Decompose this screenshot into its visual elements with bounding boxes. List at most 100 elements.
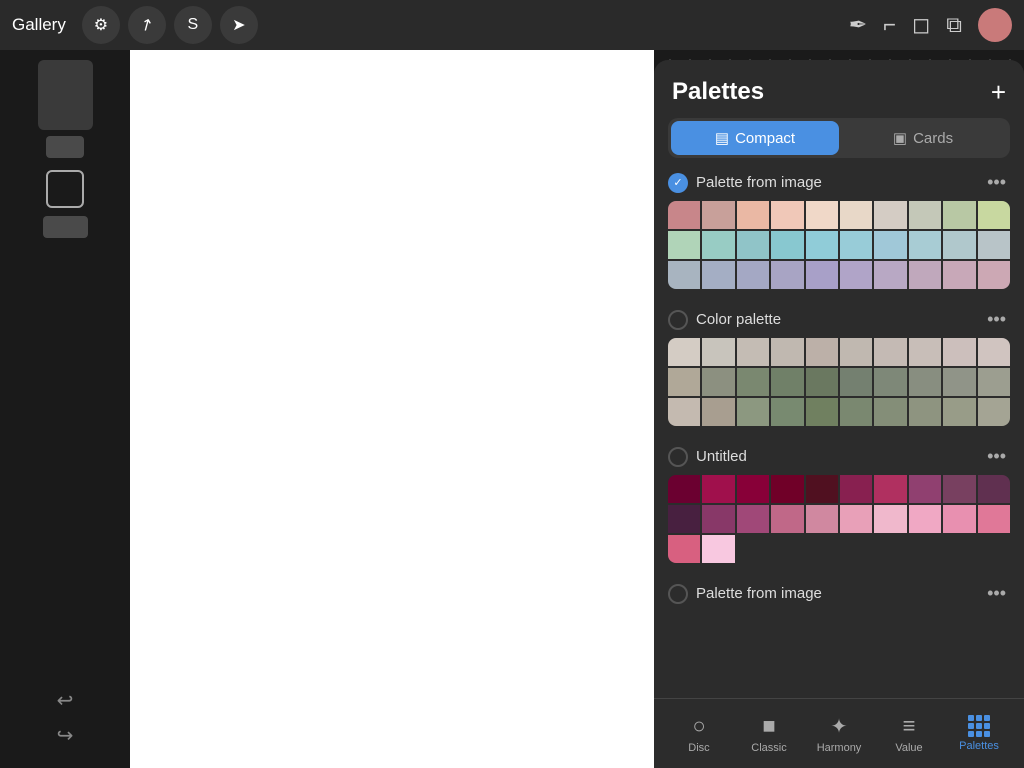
swatch[interactable] [943, 398, 975, 426]
swatch[interactable] [909, 398, 941, 426]
swatch[interactable] [737, 535, 769, 563]
smudge-button[interactable]: S [174, 6, 212, 44]
swatch[interactable] [771, 398, 803, 426]
swatch[interactable] [771, 368, 803, 396]
sidebar-small-control-1[interactable] [46, 136, 84, 158]
swatch[interactable] [874, 338, 906, 366]
swatch[interactable] [806, 398, 838, 426]
swatch[interactable] [909, 231, 941, 259]
edit-button[interactable]: ↗ [128, 6, 166, 44]
swatch[interactable] [806, 368, 838, 396]
nav-item-value[interactable]: ≡ Value [874, 713, 944, 754]
swatch[interactable] [737, 261, 769, 289]
nav-item-disc[interactable]: ○ Disc [664, 713, 734, 754]
swatch[interactable] [943, 535, 975, 563]
swatches-grid-color[interactable] [668, 338, 1010, 426]
swatch[interactable] [978, 261, 1010, 289]
swatch[interactable] [840, 201, 872, 229]
pointer-button[interactable]: ➤ [220, 6, 258, 44]
swatch[interactable] [737, 338, 769, 366]
swatch[interactable] [978, 201, 1010, 229]
swatch[interactable] [978, 398, 1010, 426]
swatch[interactable] [909, 368, 941, 396]
swatch[interactable] [840, 368, 872, 396]
swatch[interactable] [771, 231, 803, 259]
swatch[interactable] [806, 475, 838, 503]
swatch[interactable] [771, 201, 803, 229]
swatch[interactable] [702, 338, 734, 366]
tab-cards[interactable]: ▣ Cards [839, 121, 1007, 155]
swatch[interactable] [840, 338, 872, 366]
swatch[interactable] [771, 535, 803, 563]
swatch[interactable] [874, 505, 906, 533]
swatch[interactable] [702, 475, 734, 503]
swatch[interactable] [840, 535, 872, 563]
layer-thumbnail[interactable] [38, 60, 93, 130]
swatch[interactable] [909, 535, 941, 563]
swatch[interactable] [840, 475, 872, 503]
pen-nib-icon[interactable]: ✒ [849, 12, 867, 38]
swatch[interactable] [840, 505, 872, 533]
eraser-icon[interactable]: ◻ [912, 12, 930, 38]
swatch[interactable] [840, 398, 872, 426]
swatch[interactable] [702, 505, 734, 533]
swatch[interactable] [668, 231, 700, 259]
swatch[interactable] [840, 231, 872, 259]
swatch[interactable] [668, 338, 700, 366]
swatch[interactable] [702, 398, 734, 426]
swatch[interactable] [909, 201, 941, 229]
swatches-grid-untitled[interactable] [668, 475, 1010, 563]
swatch[interactable] [737, 505, 769, 533]
swatch[interactable] [806, 338, 838, 366]
swatch[interactable] [909, 475, 941, 503]
sidebar-wide-control[interactable] [43, 216, 88, 238]
palette-more-image-2[interactable]: ••• [983, 583, 1010, 604]
swatch[interactable] [978, 368, 1010, 396]
brush-icon[interactable]: ⌐ [883, 12, 896, 38]
swatch[interactable] [702, 368, 734, 396]
swatch[interactable] [771, 338, 803, 366]
nav-item-harmony[interactable]: ✦ Harmony [804, 714, 874, 754]
palette-more-untitled[interactable]: ••• [983, 446, 1010, 467]
palette-more-color[interactable]: ••• [983, 309, 1010, 330]
swatch[interactable] [702, 535, 734, 563]
swatch[interactable] [978, 535, 1010, 563]
swatch[interactable] [874, 398, 906, 426]
swatch[interactable] [943, 338, 975, 366]
tab-compact[interactable]: ▤ Compact [671, 121, 839, 155]
swatch[interactable] [668, 368, 700, 396]
swatch[interactable] [771, 261, 803, 289]
swatch[interactable] [806, 261, 838, 289]
palette-check-image[interactable]: ✓ [668, 173, 688, 193]
palette-check-image-2[interactable] [668, 584, 688, 604]
swatch[interactable] [737, 368, 769, 396]
swatches-grid-image[interactable] [668, 201, 1010, 289]
swatch[interactable] [668, 535, 700, 563]
swatch[interactable] [978, 231, 1010, 259]
swatch[interactable] [771, 475, 803, 503]
palette-check-color[interactable] [668, 310, 688, 330]
redo-button[interactable]: ↪ [57, 723, 74, 748]
sidebar-square-control[interactable] [46, 170, 84, 208]
swatch[interactable] [943, 201, 975, 229]
swatch[interactable] [806, 201, 838, 229]
swatch[interactable] [806, 505, 838, 533]
palette-check-untitled[interactable] [668, 447, 688, 467]
add-palette-button[interactable]: + [991, 79, 1006, 105]
drawing-canvas[interactable] [130, 50, 654, 768]
swatch[interactable] [737, 475, 769, 503]
undo-button[interactable]: ↩ [57, 688, 74, 713]
swatch[interactable] [840, 261, 872, 289]
swatch[interactable] [943, 368, 975, 396]
swatch[interactable] [806, 231, 838, 259]
swatch[interactable] [737, 201, 769, 229]
swatch[interactable] [874, 368, 906, 396]
swatch[interactable] [874, 475, 906, 503]
swatch[interactable] [943, 231, 975, 259]
swatch[interactable] [737, 398, 769, 426]
swatch[interactable] [909, 505, 941, 533]
swatch[interactable] [771, 505, 803, 533]
user-avatar[interactable] [978, 8, 1012, 42]
swatch[interactable] [668, 261, 700, 289]
swatch[interactable] [702, 261, 734, 289]
